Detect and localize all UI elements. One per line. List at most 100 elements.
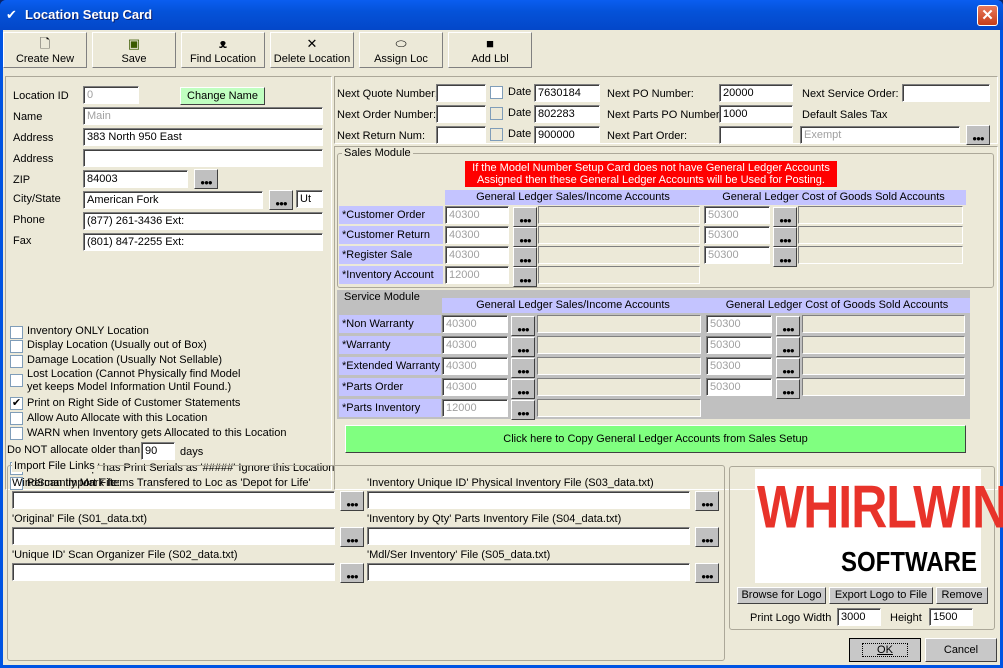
find-location-button[interactable]: ᴥ Find Location [181, 32, 265, 68]
service-cogs-account-field[interactable]: 50300 [706, 357, 772, 375]
service-cogs-description [802, 315, 965, 333]
import-file-path-field[interactable] [367, 563, 690, 581]
address1-field[interactable]: 383 North 950 East [83, 128, 323, 146]
print-logo-height-field[interactable]: 1500 [929, 608, 973, 626]
service-income-account-field[interactable]: 12000 [442, 399, 508, 417]
import-file-browse-button[interactable]: ●●● [340, 491, 364, 511]
warning-line-2: Assigned then these General Ledger Accou… [477, 174, 825, 186]
service-cogs-account-field[interactable]: 50300 [706, 378, 772, 396]
service-cogs-lookup-button[interactable]: ●●● [776, 316, 800, 336]
create-new-button[interactable]: 🗋 Create New [3, 32, 87, 68]
lost-location-checkbox[interactable] [10, 374, 23, 387]
next-return-field[interactable] [436, 126, 486, 144]
import-file-path-field[interactable] [367, 491, 690, 509]
copy-gl-accounts-button[interactable]: Click here to Copy General Ledger Accoun… [345, 425, 966, 453]
sales-income-header: General Ledger Sales/Income Accounts [445, 190, 701, 205]
zip-lookup-button[interactable]: ●●● [194, 169, 218, 189]
sales-income-lookup-button[interactable]: ●●● [513, 247, 537, 267]
quote-date-checkbox[interactable] [490, 86, 503, 99]
phone-field[interactable]: (877) 261-3436 Ext: [83, 212, 323, 230]
auto-allocate-checkbox[interactable] [10, 412, 23, 425]
sales-cogs-account-field[interactable]: 50300 [704, 246, 770, 264]
display-location-checkbox[interactable] [10, 340, 23, 353]
sales-income-lookup-button[interactable]: ●●● [513, 227, 537, 247]
import-file-path-field[interactable] [12, 491, 335, 509]
import-file-path-field[interactable] [367, 527, 690, 545]
import-file-browse-button[interactable]: ●●● [695, 527, 719, 547]
service-income-account-field[interactable]: 40300 [442, 378, 508, 396]
next-po-field[interactable]: 20000 [719, 84, 793, 102]
sales-income-lookup-button[interactable]: ●●● [513, 207, 537, 227]
service-income-lookup-button[interactable]: ●●● [511, 400, 535, 420]
return-date-field[interactable]: 900000 [534, 126, 600, 144]
sales-income-account-field[interactable]: 40300 [445, 246, 509, 264]
service-income-lookup-button[interactable]: ●●● [511, 337, 535, 357]
order-date-checkbox[interactable] [490, 107, 503, 120]
service-income-lookup-button[interactable]: ●●● [511, 358, 535, 378]
save-button[interactable]: ▣ Save [92, 32, 176, 68]
print-right-side-checkbox[interactable]: ✔ [10, 397, 23, 410]
sales-cogs-lookup-button[interactable]: ●●● [773, 207, 797, 227]
default-tax-field[interactable]: Exempt [800, 126, 960, 144]
order-date-field[interactable]: 802283 [534, 105, 600, 123]
city-lookup-button[interactable]: ●●● [269, 190, 293, 210]
city-field[interactable]: American Fork [83, 191, 263, 209]
sales-income-lookup-button[interactable]: ●●● [513, 267, 537, 287]
allocate-days-field[interactable]: 90 [141, 442, 175, 460]
tax-lookup-button[interactable]: ●●● [966, 125, 990, 145]
location-id-field[interactable]: 0 [83, 86, 139, 104]
next-service-field[interactable] [902, 84, 990, 102]
import-file-browse-button[interactable]: ●●● [695, 491, 719, 511]
browse-logo-button[interactable]: Browse for Logo [737, 587, 826, 604]
return-date-checkbox[interactable] [490, 128, 503, 141]
change-name-button[interactable]: Change Name [180, 87, 265, 105]
fax-field[interactable]: (801) 847-2255 Ext: [83, 233, 323, 251]
import-file-path-field[interactable] [12, 527, 335, 545]
sales-cogs-account-field[interactable]: 50300 [704, 206, 770, 224]
import-file-browse-button[interactable]: ●●● [340, 563, 364, 583]
delete-location-button[interactable]: ✕ Delete Location [270, 32, 354, 68]
next-part-order-field[interactable] [719, 126, 793, 144]
close-button[interactable]: ✕ [977, 5, 998, 26]
next-quote-field[interactable] [436, 84, 486, 102]
assign-loc-button[interactable]: ⬭ Assign Loc [359, 32, 443, 68]
service-cogs-account-field[interactable]: 50300 [706, 315, 772, 333]
damage-location-checkbox[interactable] [10, 355, 23, 368]
service-cogs-lookup-button[interactable]: ●●● [776, 379, 800, 399]
state-field[interactable]: Ut [296, 190, 323, 208]
import-file-browse-button[interactable]: ●●● [340, 527, 364, 547]
cancel-button[interactable]: Cancel [925, 638, 997, 662]
remove-logo-button[interactable]: Remove [936, 587, 988, 604]
service-income-account-field[interactable]: 40300 [442, 315, 508, 333]
service-cogs-lookup-button[interactable]: ●●● [776, 358, 800, 378]
sales-cogs-lookup-button[interactable]: ●●● [773, 227, 797, 247]
quote-date-field[interactable]: 7630184 [534, 84, 600, 102]
zip-field[interactable]: 84003 [83, 170, 188, 188]
service-income-lookup-button[interactable]: ●●● [511, 379, 535, 399]
warn-allocated-checkbox[interactable] [10, 427, 23, 440]
ok-button[interactable]: OK [849, 638, 921, 662]
address2-field[interactable] [83, 149, 323, 167]
sales-cogs-header: General Ledger Cost of Goods Sold Accoun… [701, 190, 966, 205]
sales-income-account-field[interactable]: 40300 [445, 226, 509, 244]
add-lbl-button[interactable]: ■ Add Lbl [448, 32, 532, 68]
next-parts-po-field[interactable]: 1000 [719, 105, 793, 123]
sales-cogs-lookup-button[interactable]: ●●● [773, 247, 797, 267]
service-cogs-lookup-button[interactable]: ●●● [776, 337, 800, 357]
import-file-path-field[interactable] [12, 563, 335, 581]
service-income-account-field[interactable]: 40300 [442, 336, 508, 354]
import-file-browse-button[interactable]: ●●● [695, 563, 719, 583]
service-income-lookup-button[interactable]: ●●● [511, 316, 535, 336]
service-cogs-account-field[interactable]: 50300 [706, 336, 772, 354]
service-income-account-field[interactable]: 40300 [442, 357, 508, 375]
lost-location-label-line2: yet keeps Model Information Until Found.… [27, 381, 232, 393]
inventory-only-checkbox[interactable] [10, 326, 23, 339]
print-logo-width-field[interactable]: 3000 [837, 608, 881, 626]
sales-income-account-field[interactable]: 40300 [445, 206, 509, 224]
sales-cogs-account-field[interactable]: 50300 [704, 226, 770, 244]
next-order-field[interactable] [436, 105, 486, 123]
import-file-label: 'Inventory by Qty' Parts Inventory File … [367, 513, 622, 525]
sales-income-account-field[interactable]: 12000 [445, 266, 509, 284]
export-logo-button[interactable]: Export Logo to File [829, 587, 933, 604]
name-field[interactable]: Main [83, 107, 323, 125]
